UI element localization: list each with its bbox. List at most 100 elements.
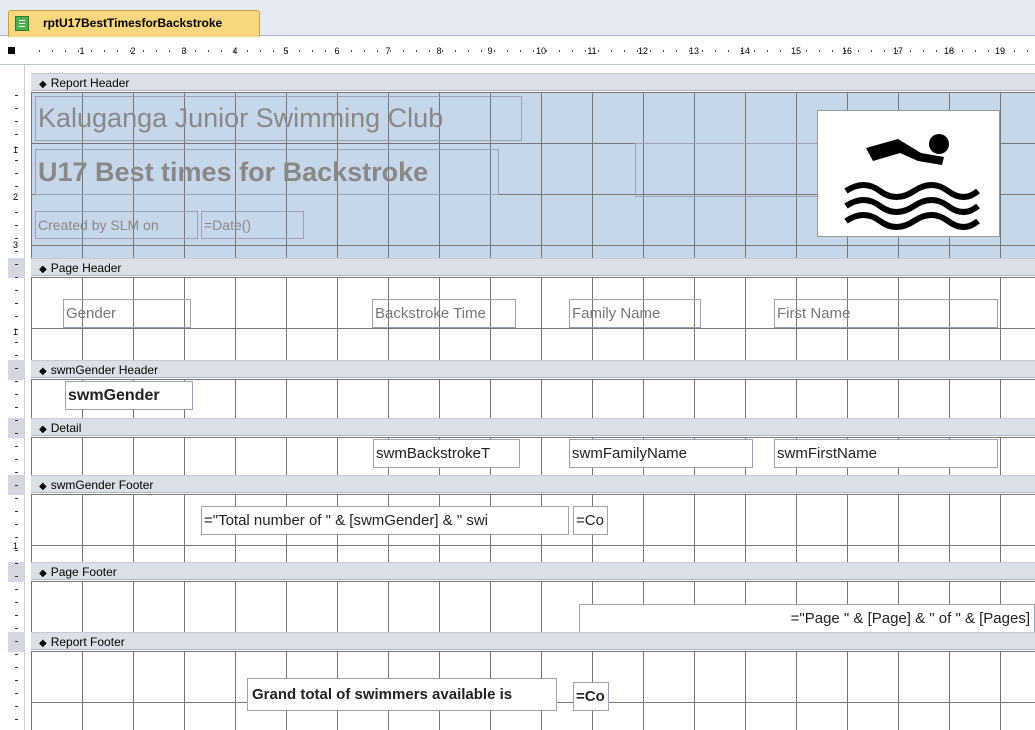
vruler-tick <box>15 550 18 551</box>
ruler-tick <box>962 50 963 52</box>
section-label: Detail <box>39 421 82 435</box>
section-label: swmGender Header <box>39 363 158 377</box>
ruler-tick <box>598 50 599 52</box>
vruler-tick <box>15 381 18 382</box>
ruler-tick <box>195 50 196 52</box>
section-page-header[interactable]: Page Header <box>31 258 1035 276</box>
ruler-tick <box>468 50 469 52</box>
vruler-tick <box>15 173 18 174</box>
date-expression-field[interactable]: =Date() <box>201 211 304 239</box>
ruler-tick <box>585 50 586 52</box>
ruler-tick <box>65 50 66 52</box>
report-tab[interactable]: rptU17BestTimesforBackstroke <box>8 10 260 37</box>
vruler-tick <box>15 511 18 512</box>
ruler-tick <box>520 50 521 52</box>
ruler-tick <box>104 50 105 52</box>
vruler-tick <box>15 654 18 655</box>
empty-control-box[interactable] <box>635 143 820 197</box>
ruler-tick <box>117 50 118 52</box>
vruler-tick <box>15 368 18 369</box>
ruler-tick <box>455 50 456 52</box>
ruler-tick <box>546 50 547 52</box>
count-expression[interactable]: =Co <box>573 506 608 535</box>
vruler-tick <box>15 329 18 330</box>
report-title-label[interactable]: U17 Best times for Backstroke <box>35 149 499 195</box>
report-selector[interactable] <box>8 47 15 54</box>
ruler-tick <box>130 50 131 52</box>
ruler-tick <box>754 50 755 52</box>
page-number-expression[interactable]: ="Page " & [Page] & " of " & [Pages] <box>579 604 1035 633</box>
total-number-expression[interactable]: ="Total number of " & [swmGender] & " sw… <box>201 506 569 535</box>
section-page-footer[interactable]: Page Footer <box>31 562 1035 580</box>
vruler-tick <box>15 706 18 707</box>
ruler-tick <box>767 50 768 52</box>
ruler-tick <box>390 50 391 52</box>
first-name-label[interactable]: First Name <box>774 299 998 328</box>
ruler-tick <box>156 50 157 52</box>
backstroke-time-field[interactable]: swmBackstrokeT <box>373 439 520 468</box>
backstroke-time-label[interactable]: Backstroke Time <box>372 299 516 328</box>
vruler-label: 2 <box>13 192 19 202</box>
vruler-tick <box>15 667 18 668</box>
ruler-tick <box>845 50 846 52</box>
ruler-tick <box>884 50 885 52</box>
ruler-tick <box>234 50 235 52</box>
ruler-label: 11 <box>587 46 597 56</box>
vruler-tick <box>15 576 18 577</box>
ruler-tick <box>494 50 495 52</box>
ruler-tick <box>936 50 937 52</box>
vruler-tick <box>15 524 18 525</box>
vruler-tick <box>15 563 18 564</box>
section-label: Report Header <box>39 76 130 90</box>
vruler-tick <box>15 186 18 187</box>
vruler-tick <box>15 238 18 239</box>
vruler-tick <box>15 264 18 265</box>
grand-total-label[interactable]: Grand total of swimmers available is <box>247 678 557 711</box>
ruler-tick <box>676 50 677 52</box>
ruler-label: 12 <box>637 46 649 56</box>
ruler-tick <box>286 50 287 52</box>
section-report-header[interactable]: Report Header <box>31 73 1035 91</box>
section-detail[interactable]: Detail <box>31 418 1035 436</box>
first-name-field[interactable]: swmFirstName <box>774 439 998 468</box>
vruler-tick <box>15 394 18 395</box>
ruler-tick <box>611 50 612 52</box>
ruler-tick <box>221 50 222 52</box>
vruler-tick <box>15 615 18 616</box>
vruler-tick <box>15 160 18 161</box>
vruler-tick <box>15 433 18 434</box>
section-label: Page Footer <box>39 565 117 579</box>
ruler-tick <box>247 50 248 52</box>
vruler-tick <box>15 680 18 681</box>
section-gender-footer[interactable]: swmGender Footer <box>31 475 1035 493</box>
family-name-label[interactable]: Family Name <box>569 299 701 328</box>
ruler-label: 17 <box>892 46 904 56</box>
ruler-tick <box>416 50 417 52</box>
swm-gender-field[interactable]: swmGender <box>65 381 193 410</box>
family-name-field[interactable]: swmFamilyName <box>569 439 753 468</box>
gender-column-label[interactable]: Gender <box>63 299 191 328</box>
ruler-tick <box>403 50 404 52</box>
vruler-tick <box>15 134 18 135</box>
ruler-tick <box>377 50 378 52</box>
ruler-tick <box>663 50 664 52</box>
ruler-tick <box>91 50 92 52</box>
created-by-label[interactable]: Created by SLM on <box>35 211 198 239</box>
ruler-label: 8 <box>436 46 442 56</box>
ruler-tick <box>273 50 274 52</box>
vruler-tick <box>15 498 18 499</box>
ruler-tick <box>806 50 807 52</box>
ruler-tick <box>507 50 508 52</box>
ruler-tick <box>208 50 209 52</box>
club-title-label[interactable]: Kaluganga Junior Swimming Club <box>35 96 522 141</box>
logo-image[interactable] <box>817 110 1000 237</box>
ruler-tick <box>637 50 638 52</box>
ruler-tick <box>351 50 352 52</box>
document-tab-bar: rptU17BestTimesforBackstroke <box>0 0 1035 37</box>
grand-count-expression[interactable]: =Co <box>573 682 609 711</box>
section-report-footer[interactable]: Report Footer <box>31 632 1035 650</box>
ruler-tick <box>260 50 261 52</box>
section-gender-header[interactable]: swmGender Header <box>31 360 1035 378</box>
vruler-label: 3 <box>13 240 19 250</box>
ruler-tick <box>988 50 989 52</box>
